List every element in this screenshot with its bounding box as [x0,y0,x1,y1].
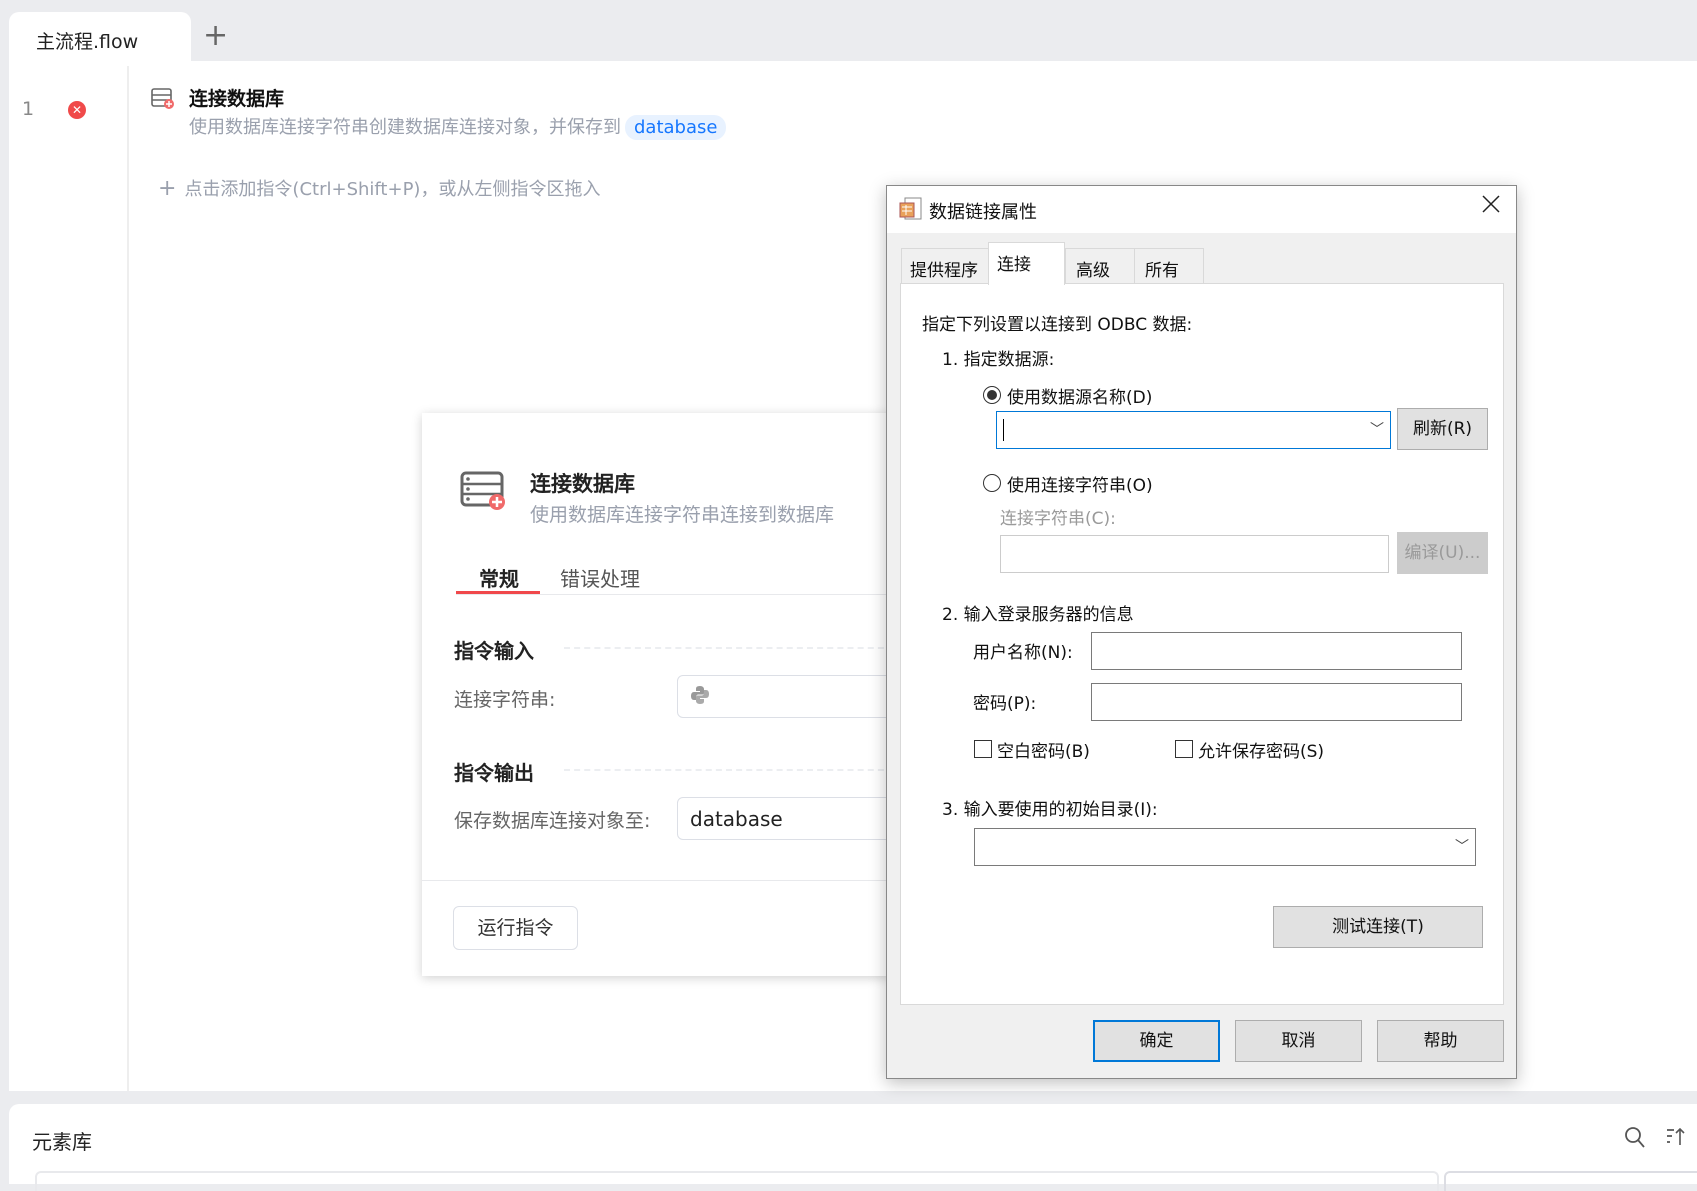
tab-general[interactable]: 常规 [479,563,519,592]
tab-advanced[interactable]: 高级 [1065,248,1135,284]
tab-connection[interactable]: 连接 [988,242,1065,285]
add-tab-button[interactable]: + [203,18,228,53]
panel-footer-divider [422,880,892,881]
add-hint-text: 点击添加指令(Ctrl+Shift+P)，或从左侧指令区拖入 [184,179,601,200]
library-detail [1444,1171,1697,1191]
output-section-heading: 指令输出 [454,761,534,785]
database-icon [151,88,174,109]
active-tab-indicator [456,591,540,594]
plus-icon: + [158,176,177,201]
tab-main-flow[interactable]: 主流程.flow [9,12,191,62]
password-input[interactable] [1091,683,1462,721]
add-command-hint[interactable]: + 点击添加指令(Ctrl+Shift+P)，或从左侧指令区拖入 [158,175,600,201]
line-number: 1 [22,98,35,120]
close-icon[interactable] [1480,192,1502,222]
conn-string-label: 连接字符串: [454,689,556,711]
database-icon [460,471,505,510]
cancel-button[interactable]: 取消 [1235,1020,1362,1062]
tab-error-handling[interactable]: 错误处理 [560,563,640,592]
sort-icon[interactable] [1665,1126,1689,1148]
step-desc-text: 使用数据库连接字符串创建数据库连接对象，并保存到 [189,117,621,138]
radio-connstr[interactable] [983,474,1001,492]
step3-label: 3. 输入要使用的初始目录(I): [942,800,1158,820]
tab-provider[interactable]: 提供程序 [901,248,989,284]
error-icon[interactable]: ✕ [68,101,86,119]
run-command-button[interactable]: 运行指令 [453,906,578,950]
initial-catalog-combobox[interactable]: ﹀ [974,828,1476,866]
chevron-down-icon[interactable]: ﹀ [1370,419,1384,439]
step-description: 使用数据库连接字符串创建数据库连接对象，并保存到 database [189,113,727,140]
section-divider [564,769,894,771]
tab-label: 主流程.flow [36,31,139,53]
text-cursor [1003,419,1004,441]
refresh-button[interactable]: 刷新(R) [1397,408,1488,450]
radio-dsn[interactable] [983,386,1001,404]
connstr-label: 连接字符串(C): [1000,509,1116,529]
variable-pill[interactable]: database [625,115,727,140]
search-icon[interactable] [1624,1126,1646,1150]
tab-all[interactable]: 所有 [1134,248,1204,284]
connstr-input[interactable] [1000,535,1389,573]
help-button[interactable]: 帮助 [1377,1020,1504,1062]
data-link-properties-dialog: 数据链接属性 提供程序 连接 高级 所有 指定下列设置以连接到 ODBC 数据:… [886,185,1517,1079]
dsn-combobox[interactable]: ﹀ [996,411,1391,449]
username-input[interactable] [1091,632,1462,670]
radio-dsn-label[interactable]: 使用数据源名称(D) [1007,383,1152,408]
input-section-heading: 指令输入 [454,639,534,663]
blank-password-checkbox[interactable] [974,740,992,758]
ok-button[interactable]: 确定 [1093,1020,1220,1062]
conn-string-input[interactable] [677,675,907,718]
dialog-title: 数据链接属性 [929,202,1037,223]
python-icon[interactable] [690,685,710,705]
username-label: 用户名称(N): [973,643,1073,663]
element-library-panel: 元素库 [9,1104,1697,1191]
panel-title: 连接数据库 [530,472,635,496]
allow-save-password-checkbox[interactable] [1175,740,1193,758]
blank-password-label[interactable]: 空白密码(B) [997,737,1090,762]
panel-subtitle: 使用数据库连接字符串连接到数据库 [530,504,835,526]
element-library-title: 元素库 [32,1130,92,1154]
allow-save-password-label[interactable]: 允许保存密码(S) [1198,737,1324,762]
radio-connstr-label[interactable]: 使用连接字符串(O) [1007,471,1153,496]
step-title[interactable]: 连接数据库 [189,84,284,111]
tab-divider [456,594,896,595]
connection-tab-content: 指定下列设置以连接到 ODBC 数据: 1. 指定数据源: 使用数据源名称(D)… [900,283,1504,1005]
password-label: 密码(P): [973,694,1037,714]
step1-label: 1. 指定数据源: [942,350,1055,370]
save-to-input[interactable]: database [677,797,907,840]
gutter-divider [127,66,129,1091]
intro-text: 指定下列设置以连接到 ODBC 数据: [922,315,1193,335]
step2-label: 2. 输入登录服务器的信息 [942,605,1134,625]
chevron-down-icon[interactable]: ﹀ [1455,836,1469,856]
test-connection-button[interactable]: 测试连接(T) [1273,906,1483,948]
section-divider [564,647,894,649]
save-to-label: 保存数据库连接对象至: [454,810,651,832]
library-list [35,1171,1439,1191]
data-link-icon [899,197,922,220]
compile-button[interactable]: 编译(U)... [1397,532,1488,574]
command-properties-panel: 连接数据库 使用数据库连接字符串连接到数据库 常规 错误处理 指令输入 连接字符… [422,413,907,976]
